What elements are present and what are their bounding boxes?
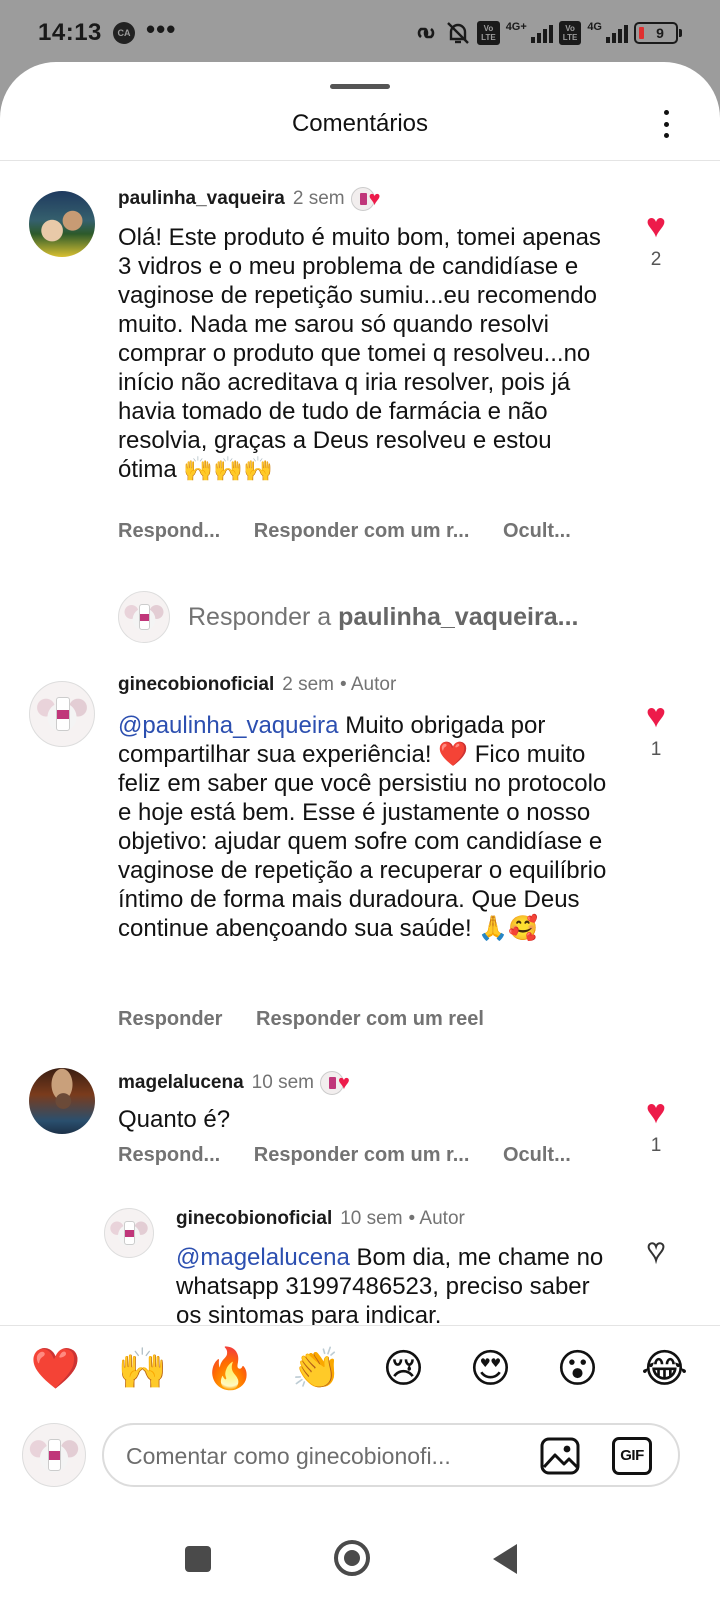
sheet-title: Comentários <box>291 110 429 137</box>
comment-text-content: Quanto é? <box>118 1106 231 1133</box>
like-count: 1 <box>650 1135 662 1156</box>
comment-time: 10 sem <box>340 1208 403 1229</box>
battery-level: 9 <box>656 25 664 41</box>
author-liked-badge: ♥ <box>350 187 391 211</box>
emoji-heart-eyes[interactable]: 😍 <box>459 1347 523 1391</box>
avatar[interactable] <box>29 1068 95 1134</box>
comment-time: 2 sem <box>282 674 334 695</box>
reply-prompt-user: paulinha_vaqueira... <box>338 602 579 631</box>
avatar[interactable] <box>29 191 95 257</box>
avatar <box>118 591 170 643</box>
comment-input[interactable] <box>126 1439 516 1473</box>
signal-icon-2 <box>606 23 628 43</box>
status-icons: Vo LTE 4G+ Vo LTE 4G 9 <box>409 19 682 47</box>
quick-emoji-bar: ❤️ 🙌 🔥 👏 😢 😍 😮 😂 <box>0 1325 720 1411</box>
comment-meta: ginecobionoficial 10 sem • Autor <box>176 1208 465 1230</box>
mention-link[interactable]: @paulinha_vaqueira <box>118 712 339 739</box>
volte-icon-2: Vo LTE <box>558 21 582 45</box>
home-icon[interactable] <box>334 1540 370 1576</box>
heart-icon: ♥ <box>645 697 667 735</box>
like-count: 1 <box>650 739 662 760</box>
comment-time: 10 sem <box>251 1072 314 1093</box>
emoji-raised-hands[interactable]: 🙌 <box>111 1347 175 1391</box>
heart-icon: ♥ <box>337 1072 350 1094</box>
reply-prompt[interactable]: Responder a paulinha_vaqueira... <box>118 589 578 645</box>
carrier-badge: CA <box>113 22 135 44</box>
mention-link[interactable]: @magelalucena <box>176 1244 350 1271</box>
comment-text-content: Muito obrigada por compartilhar sua expe… <box>118 712 607 942</box>
reply-button[interactable]: Responder <box>118 1008 222 1031</box>
emoji-laugh[interactable]: 😂 <box>633 1347 697 1391</box>
more-options-icon[interactable] <box>660 106 672 142</box>
battery-icon: 9 <box>634 22 682 44</box>
heart-outline-icon: ♥ <box>646 1233 666 1268</box>
like-button[interactable]: ♥ 2 <box>636 209 676 271</box>
emoji-fire[interactable]: 🔥 <box>198 1347 262 1391</box>
heart-icon: ♥ <box>645 1093 667 1131</box>
heart-icon: ♥ <box>645 207 667 245</box>
volte-icon: Vo LTE <box>477 21 500 45</box>
reply-prompt-text[interactable]: Responder a paulinha_vaqueira... <box>188 603 578 632</box>
avatar[interactable] <box>104 1208 154 1258</box>
comment-composer: GIF <box>0 1411 720 1507</box>
reply-with-reel-button[interactable]: Responder com um r... <box>254 520 470 543</box>
author-badge: • Autor <box>408 1208 465 1229</box>
like-button[interactable]: ♥ 1 <box>636 699 676 761</box>
reply-prompt-prefix: Responder a <box>188 602 339 631</box>
comment-time: 2 sem <box>292 188 345 209</box>
drag-handle[interactable] <box>330 84 390 89</box>
hide-button[interactable]: Ocult... <box>503 520 571 543</box>
reply-button[interactable]: Respond... <box>118 520 220 543</box>
comments-sheet: Comentários paulinha_vaqueira 2 sem ♥ Ol… <box>0 62 720 1600</box>
hide-button[interactable]: Ocult... <box>503 1144 571 1167</box>
comment-username[interactable]: ginecobionoficial <box>118 674 274 696</box>
more-notifications-icon: ••• <box>146 14 177 44</box>
gif-icon[interactable]: GIF <box>612 1437 652 1475</box>
reply-button[interactable]: Respond... <box>118 1144 220 1167</box>
comment-username[interactable]: ginecobionoficial <box>176 1208 332 1230</box>
like-button[interactable]: ♥ <box>636 1233 676 1268</box>
comment-text: Olá! Este produto é muito bom, tomei ape… <box>118 223 610 484</box>
bell-off-icon <box>445 20 471 46</box>
image-icon[interactable] <box>540 1437 580 1475</box>
comment-text: @paulinha_vaqueira Muito obrigada por co… <box>118 711 610 943</box>
comment-text: @magelalucena Bom dia, me chame no whats… <box>176 1243 616 1325</box>
comment-list[interactable]: paulinha_vaqueira 2 sem ♥ Olá! Este prod… <box>0 161 720 1325</box>
like-button[interactable]: ♥ 1 <box>636 1095 676 1157</box>
comment-username[interactable]: paulinha_vaqueira <box>118 188 285 210</box>
emoji-wow[interactable]: 😮 <box>546 1347 610 1391</box>
emoji-cry[interactable]: 😢 <box>372 1347 436 1391</box>
heart-icon: ♥ <box>368 188 381 210</box>
avatar <box>22 1423 86 1487</box>
comment-input-box[interactable]: GIF <box>102 1423 680 1487</box>
link-icon <box>409 22 439 44</box>
comment-username[interactable]: magelalucena <box>118 1072 244 1094</box>
like-count: 2 <box>650 249 662 270</box>
comment-actions: Respond... Responder com um r... Ocult..… <box>118 1144 599 1167</box>
status-bar: 14:13 CA ••• Vo LTE 4G+ Vo LTE 4G 9 <box>0 0 720 66</box>
reply-with-reel-button[interactable]: Responder com um r... <box>254 1144 470 1167</box>
comment-actions: Respond... Responder com um r... Ocult..… <box>118 520 599 543</box>
author-liked-badge: ♥ <box>319 1071 360 1095</box>
emoji-clap[interactable]: 👏 <box>285 1347 349 1391</box>
recents-icon[interactable] <box>185 1546 211 1572</box>
avatar[interactable] <box>29 681 95 747</box>
reply-with-reel-button[interactable]: Responder com um reel <box>256 1008 484 1031</box>
network-type-1: 4G+ <box>505 21 527 33</box>
comment-meta: paulinha_vaqueira 2 sem ♥ <box>118 187 391 211</box>
back-icon[interactable] <box>493 1544 517 1574</box>
comment-actions: Responder Responder com um reel <box>118 1008 512 1031</box>
comment-text: Quanto é? <box>118 1105 610 1134</box>
network-type-2: 4G <box>587 21 602 33</box>
system-nav-bar <box>0 1507 720 1600</box>
comment-meta: ginecobionoficial 2 sem • Autor <box>118 674 396 696</box>
status-time: 14:13 <box>38 19 102 46</box>
comment-text-content: Olá! Este produto é muito bom, tomei ape… <box>118 224 601 483</box>
signal-icon <box>530 23 553 43</box>
comment-meta: magelalucena 10 sem ♥ <box>118 1071 360 1095</box>
emoji-heart[interactable]: ❤️ <box>24 1347 88 1391</box>
author-badge: • Autor <box>339 674 397 695</box>
